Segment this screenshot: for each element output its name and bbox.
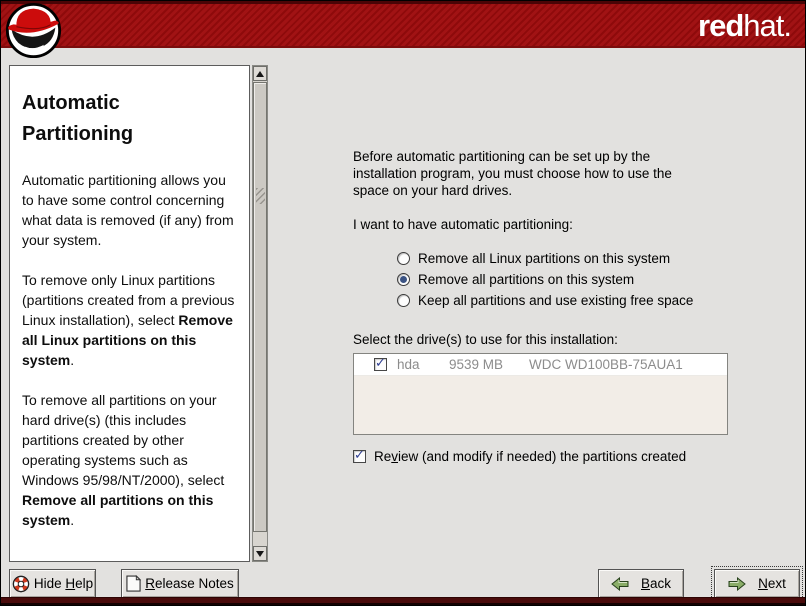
back-button[interactable]: Back: [598, 569, 684, 598]
document-icon: [126, 575, 141, 592]
drive-size: 9539 MB: [449, 357, 529, 372]
review-label: Review (and modify if needed) the partit…: [374, 449, 686, 464]
drive-row-hda[interactable]: ✓ hda 9539 MB WDC WD100BB-75AUA1: [354, 354, 727, 376]
arrow-left-icon: [611, 577, 629, 591]
review-partitions-option[interactable]: ✓ Review (and modify if needed) the part…: [353, 449, 686, 464]
release-notes-label: Release Notes: [145, 576, 234, 591]
hide-help-label: Hide Help: [34, 576, 93, 591]
checkmark-icon: ✓: [375, 356, 386, 371]
help-scrollbar[interactable]: [252, 65, 268, 562]
partitioning-radio-group: Remove all Linux partitions on this syst…: [397, 248, 693, 311]
radio-button-icon[interactable]: [397, 252, 410, 265]
scroll-down-button[interactable]: [253, 546, 267, 561]
help-panel: Automatic Partitioning Automatic partiti…: [9, 65, 250, 562]
drive-device: hda: [397, 357, 449, 372]
brand-red: red: [698, 8, 743, 43]
help-title: Automatic Partitioning: [22, 88, 197, 150]
back-label: Back: [641, 576, 671, 591]
next-button[interactable]: Next: [714, 569, 800, 598]
drive-checkbox[interactable]: ✓: [374, 358, 387, 371]
radio-remove-linux-partitions[interactable]: Remove all Linux partitions on this syst…: [397, 248, 693, 269]
radio-remove-all-partitions[interactable]: Remove all partitions on this system: [397, 269, 693, 290]
partitioning-prompt: I want to have automatic partitioning:: [353, 217, 573, 232]
checkmark-icon: ✓: [354, 448, 365, 463]
review-checkbox[interactable]: ✓: [353, 450, 366, 463]
scrollbar-grip-icon: [256, 188, 265, 204]
scroll-up-button[interactable]: [253, 66, 267, 81]
drive-model: WDC WD100BB-75AUA1: [529, 357, 683, 372]
scrollbar-thumb[interactable]: [253, 82, 267, 532]
arrow-right-icon: [728, 577, 746, 591]
help-paragraph-1: Automatic partitioning allows you to hav…: [22, 170, 237, 250]
redhat-shadowman-logo-icon: [5, 2, 62, 59]
drive-list[interactable]: ✓ hda 9539 MB WDC WD100BB-75AUA1: [353, 353, 728, 435]
drives-label: Select the drive(s) to use for this inst…: [353, 332, 618, 347]
release-notes-button[interactable]: Release Notes: [121, 569, 239, 598]
help-paragraph-3: To remove all partitions on your hard dr…: [22, 390, 237, 530]
life-preserver-icon: [12, 575, 30, 593]
brand-hat: hat.: [743, 8, 791, 43]
scroll-up-arrow-icon: [256, 71, 264, 77]
top-banner: redhat.: [1, 1, 805, 48]
next-label: Next: [758, 576, 786, 591]
scroll-down-arrow-icon: [256, 551, 264, 557]
redhat-wordmark: redhat.: [698, 9, 791, 43]
help-paragraph-2: To remove only Linux partitions (partiti…: [22, 270, 237, 370]
bottom-border-strip: [1, 597, 805, 605]
radio-button-icon[interactable]: [397, 294, 410, 307]
hide-help-button[interactable]: Hide Help: [9, 569, 96, 598]
intro-text: Before automatic partitioning can be set…: [353, 148, 705, 199]
installer-window: redhat. Automatic Partitioning Automatic…: [0, 0, 806, 606]
radio-keep-all-partitions[interactable]: Keep all partitions and use existing fre…: [397, 290, 693, 311]
radio-button-selected-icon[interactable]: [397, 273, 410, 286]
